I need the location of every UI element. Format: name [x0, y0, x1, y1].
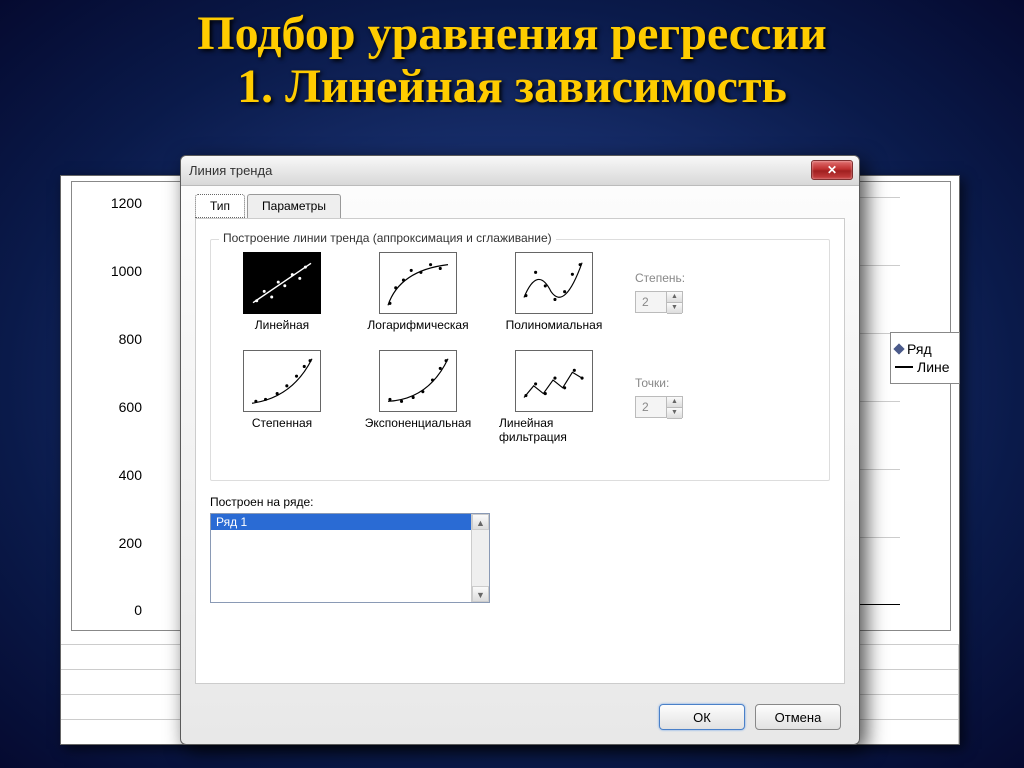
tab-type[interactable]: Тип — [195, 194, 245, 218]
built-on-label: Построен на ряде: — [210, 495, 830, 509]
legend-label: Ряд — [907, 341, 932, 357]
trend-option-polynomial[interactable]: Полиномиальная — [499, 252, 609, 332]
trend-option-moving-avg[interactable]: Линейная фильтрация — [499, 350, 609, 444]
slide-title-line2: 1. Линейная зависимость — [0, 61, 1024, 114]
y-tick: 200 — [92, 535, 142, 551]
trend-label: Линейная фильтрация — [499, 416, 609, 444]
series-item[interactable]: Ряд 1 — [211, 514, 489, 530]
trend-label: Полиномиальная — [506, 318, 603, 332]
degree-spinner-group: Степень: 2 ▲▼ — [635, 252, 775, 332]
slide-title: Подбор уравнения регрессии 1. Линейная з… — [0, 0, 1024, 114]
spin-down-icon[interactable]: ▼ — [667, 408, 682, 419]
y-tick: 1200 — [92, 195, 142, 211]
degree-label: Степень: — [635, 271, 775, 285]
trend-thumb-moving-avg — [515, 350, 593, 412]
ok-button[interactable]: ОК — [659, 704, 745, 730]
legend-label: Лине — [917, 359, 950, 375]
dialog-buttons: ОК Отмена — [181, 694, 859, 744]
spin-up-icon[interactable]: ▲ — [667, 397, 682, 408]
trend-thumb-exponential — [379, 350, 457, 412]
trend-thumb-linear — [243, 252, 321, 314]
dialog-titlebar[interactable]: Линия тренда ✕ — [181, 156, 859, 186]
points-spinner[interactable]: 2 ▲▼ — [635, 396, 683, 418]
trend-option-logarithmic[interactable]: Логарифмическая — [363, 252, 473, 332]
trend-option-linear[interactable]: Линейная — [227, 252, 337, 332]
dialog-title: Линия тренда — [189, 163, 272, 178]
trend-thumb-polynomial — [515, 252, 593, 314]
y-tick: 600 — [92, 399, 142, 415]
trend-option-exponential[interactable]: Экспоненциальная — [363, 350, 473, 444]
trend-thumb-power — [243, 350, 321, 412]
spin-down-icon[interactable]: ▼ — [667, 303, 682, 314]
scrollbar[interactable]: ▲ ▼ — [471, 514, 489, 602]
points-spinner-group: Точки: 2 ▲▼ — [635, 350, 775, 444]
line-icon — [895, 366, 913, 368]
spin-up-icon[interactable]: ▲ — [667, 292, 682, 303]
diamond-icon — [893, 343, 904, 354]
close-icon: ✕ — [827, 163, 837, 177]
trend-label: Степенная — [252, 416, 312, 430]
y-tick: 800 — [92, 331, 142, 347]
tab-strip: Тип Параметры — [181, 186, 859, 218]
trend-label: Экспоненциальная — [365, 416, 471, 430]
slide-title-line1: Подбор уравнения регрессии — [0, 8, 1024, 61]
group-title: Построение линии тренда (аппроксимация и… — [219, 231, 556, 245]
scroll-up-icon[interactable]: ▲ — [472, 514, 489, 530]
trend-thumb-logarithmic — [379, 252, 457, 314]
trendline-dialog: Линия тренда ✕ Тип Параметры Построение … — [180, 155, 860, 745]
trend-label: Логарифмическая — [367, 318, 468, 332]
points-label: Точки: — [635, 376, 775, 390]
tab-panel-type: Построение линии тренда (аппроксимация и… — [195, 218, 845, 684]
close-button[interactable]: ✕ — [811, 160, 853, 180]
series-listbox[interactable]: Ряд 1 ▲ ▼ — [210, 513, 490, 603]
y-tick: 1000 — [92, 263, 142, 279]
tab-params[interactable]: Параметры — [247, 194, 341, 218]
degree-spinner[interactable]: 2 ▲▼ — [635, 291, 683, 313]
y-tick: 400 — [92, 467, 142, 483]
trend-label: Линейная — [255, 318, 309, 332]
chart-legend: Ряд Лине — [890, 332, 960, 384]
y-tick: 0 — [92, 602, 142, 618]
trend-option-power[interactable]: Степенная — [227, 350, 337, 444]
scroll-down-icon[interactable]: ▼ — [472, 586, 489, 602]
cancel-button[interactable]: Отмена — [755, 704, 841, 730]
